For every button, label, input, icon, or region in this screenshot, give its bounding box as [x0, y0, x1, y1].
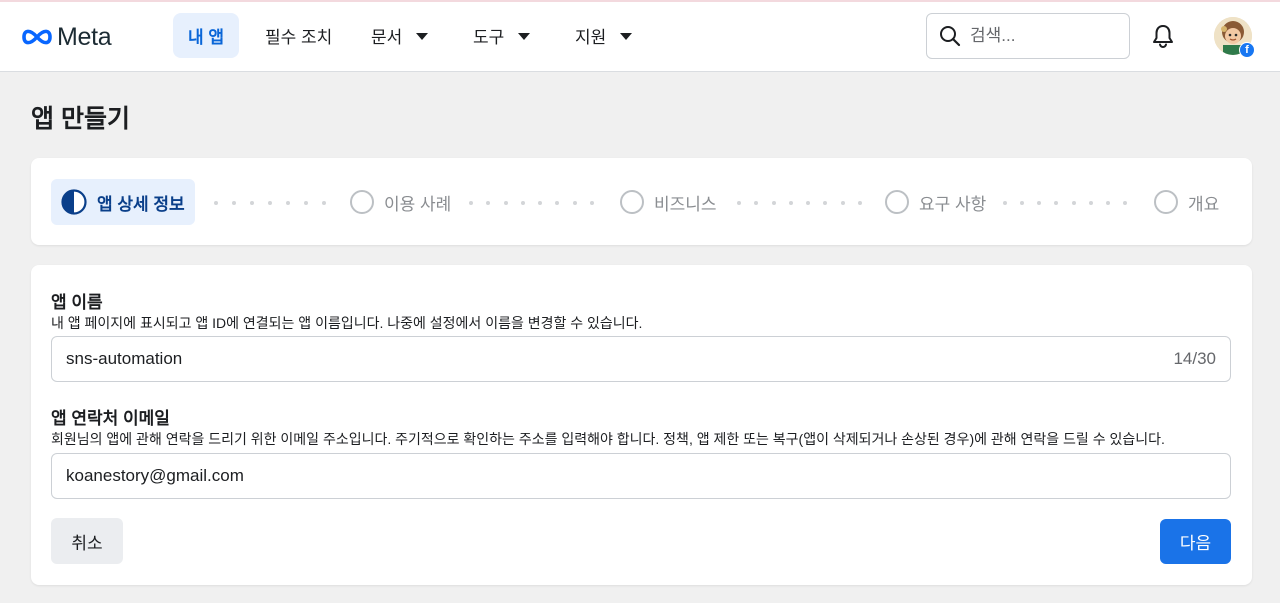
next-button[interactable]: 다음: [1160, 519, 1231, 564]
empty-circle-icon: [885, 190, 909, 214]
chevron-down-icon: [518, 33, 531, 40]
avatar[interactable]: f: [1214, 17, 1255, 58]
top-navbar: Meta 내 앱 필수 조치 문서 도구 지원 검색... f: [0, 2, 1280, 72]
step-label: 이용 사례: [384, 194, 452, 214]
chevron-down-icon: [620, 33, 633, 40]
empty-circle-icon: [350, 190, 374, 214]
app-name-value: sns-automation: [66, 349, 183, 368]
app-name-description: 내 앱 페이지에 표시되고 앱 ID에 연결되는 앱 이름입니다. 나중에 설정…: [51, 315, 643, 331]
char-counter: 14/30: [1173, 349, 1216, 368]
bell-icon[interactable]: [1149, 22, 1177, 50]
step-overview[interactable]: 개요: [1154, 179, 1219, 225]
step-business[interactable]: 비즈니스: [620, 179, 717, 225]
empty-circle-icon: [620, 190, 644, 214]
nav-label: 내 앱: [188, 28, 225, 47]
nav-tools[interactable]: 도구: [458, 13, 545, 58]
cancel-button[interactable]: 취소: [51, 518, 123, 564]
step-connector: [1003, 201, 1127, 205]
meta-infinity-logo-icon: [22, 29, 52, 45]
step-label: 앱 상세 정보: [97, 194, 185, 214]
step-connector: [737, 201, 862, 205]
step-label: 요구 사항: [919, 194, 987, 214]
contact-email-title: 앱 연락처 이메일: [51, 409, 170, 428]
nav-docs[interactable]: 문서: [356, 13, 443, 58]
chevron-down-icon: [416, 33, 429, 40]
nav-label: 지원: [575, 28, 607, 47]
step-use-cases[interactable]: 이용 사례: [350, 179, 451, 225]
nav-my-apps[interactable]: 내 앱: [173, 13, 240, 58]
logo-text: Meta: [57, 22, 112, 51]
nav-label: 문서: [371, 28, 403, 47]
step-connector: [469, 201, 594, 205]
half-filled-circle-icon: [61, 189, 87, 215]
search-icon: [940, 26, 961, 47]
app-name-input[interactable]: sns-automation 14/30: [51, 336, 1231, 382]
contact-email-description: 회원님의 앱에 관해 연락을 드리기 위한 이메일 주소입니다. 주기적으로 확…: [51, 431, 1165, 447]
empty-circle-icon: [1154, 190, 1178, 214]
step-label: 개요: [1188, 194, 1220, 214]
nav-required-actions[interactable]: 필수 조치: [250, 13, 347, 58]
step-app-details[interactable]: 앱 상세 정보: [51, 179, 195, 225]
nav-support[interactable]: 지원: [560, 13, 647, 58]
step-label: 비즈니스: [654, 194, 717, 214]
contact-email-input[interactable]: koanestory@gmail.com: [51, 453, 1231, 499]
page-title: 앱 만들기: [31, 105, 130, 133]
nav-label: 필수 조치: [265, 28, 333, 47]
contact-email-value: koanestory@gmail.com: [66, 466, 244, 485]
step-connector: [214, 201, 326, 205]
step-requirements[interactable]: 요구 사항: [885, 179, 986, 225]
facebook-icon: f: [1239, 42, 1255, 58]
nav-label: 도구: [473, 28, 505, 47]
app-name-title: 앱 이름: [51, 293, 103, 312]
app-details-form: 앱 이름 내 앱 페이지에 표시되고 앱 ID에 연결되는 앱 이름입니다. 나…: [31, 265, 1252, 585]
search-box[interactable]: [926, 13, 1130, 59]
search-input[interactable]: [970, 26, 1110, 46]
progress-stepper: 앱 상세 정보 이용 사례 비즈니스 요구 사항 개요: [31, 158, 1252, 245]
meta-logo[interactable]: Meta: [20, 21, 112, 53]
